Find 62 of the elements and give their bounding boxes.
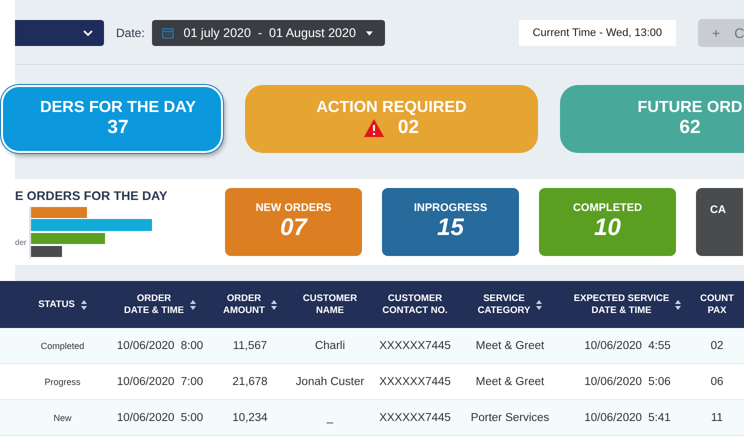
table-cell: 10/06/2020 4:55 <box>584 340 671 352</box>
table-cell: 10/06/2020 5:41 <box>584 412 671 424</box>
table-cell: 06 <box>710 376 724 388</box>
dropdown-select[interactable] <box>15 20 104 46</box>
table-cell: 11 <box>711 412 723 424</box>
date-label: Date: <box>116 26 145 40</box>
status-count: 07 <box>280 214 307 242</box>
sort-icon[interactable] <box>536 300 542 310</box>
card-count: 37 <box>107 117 129 140</box>
table-cell: Charli <box>314 340 346 352</box>
status-card[interactable]: CA <box>696 188 743 256</box>
table-cell: 11,567 <box>232 340 268 352</box>
table-cell: XXXXXX7445 <box>379 412 451 424</box>
status-title: NEW ORDERS <box>256 202 332 214</box>
table-cell: _ <box>326 412 334 424</box>
sort-icon[interactable] <box>80 300 87 310</box>
column-header: COUNT PAX <box>700 292 734 316</box>
table-cell: Meet & Greet <box>476 340 544 352</box>
table-cell: 02 <box>710 340 724 352</box>
panel-title: E ORDERS FOR THE DAY <box>15 189 168 204</box>
caret-down-icon <box>366 30 373 36</box>
chevron-down-icon <box>82 29 94 38</box>
status-count: 15 <box>437 214 464 242</box>
table-cell: 10/06/2020 7:00 <box>116 376 204 388</box>
table-cell: 10/06/2020 5:06 <box>584 376 671 388</box>
table-cell: New <box>53 412 72 422</box>
axis-label: der <box>15 238 27 248</box>
sort-icon[interactable] <box>675 300 682 310</box>
column-header[interactable]: ORDER DATE & TIME <box>124 292 184 316</box>
status-card[interactable]: INPROGRESS 15 <box>382 188 519 256</box>
table-cell: XXXXXX7445 <box>379 376 451 388</box>
card-title: ACTION REQUIRED <box>316 99 467 118</box>
column-header: CUSTOMER NAME <box>302 292 358 316</box>
status-title: CA <box>710 204 726 216</box>
current-time: Current Time - Wed, 13:00 <box>518 20 676 46</box>
table-cell: 21,678 <box>232 376 268 388</box>
status-title: COMPLETED <box>572 202 642 214</box>
table-cell: XXXXXX7445 <box>379 340 451 352</box>
card-count: 02 <box>398 117 420 140</box>
table-cell: Progress <box>44 376 80 386</box>
date-range-picker[interactable]: 01 july 2020 - 01 August 2020 <box>152 20 385 46</box>
status-count: 10 <box>594 214 621 242</box>
sort-icon[interactable] <box>190 300 196 310</box>
column-header[interactable]: SERVICE CATEGORY <box>478 292 530 316</box>
table-cell: Jonah Custer <box>296 376 364 388</box>
card-count: 62 <box>679 117 701 140</box>
table-cell: Porter Services <box>470 412 550 424</box>
calendar-icon <box>162 26 174 40</box>
column-header: CUSTOMER CONTACT NO. <box>382 292 448 316</box>
sort-icon[interactable] <box>270 300 277 310</box>
card-title: DERS FOR THE DAY <box>40 99 196 118</box>
column-header[interactable]: ORDER AMOUNT <box>223 292 265 316</box>
column-header[interactable]: EXPECTED SERVICE DATE & TIME <box>574 292 670 316</box>
table-cell: 10/06/2020 5:00 <box>116 412 204 424</box>
column-header[interactable]: STATUS <box>38 298 75 310</box>
card-title: FUTURE ORD <box>638 99 742 118</box>
table-cell: Completed <box>40 340 84 350</box>
table-cell: 10/06/2020 8:00 <box>116 340 204 352</box>
status-title: INPROGRESS <box>414 202 488 214</box>
table-cell: Meet & Greet <box>476 376 544 388</box>
date-range-text: 01 july 2020 - 01 August 2020 <box>184 26 356 40</box>
table-cell: 10,234 <box>232 412 268 424</box>
